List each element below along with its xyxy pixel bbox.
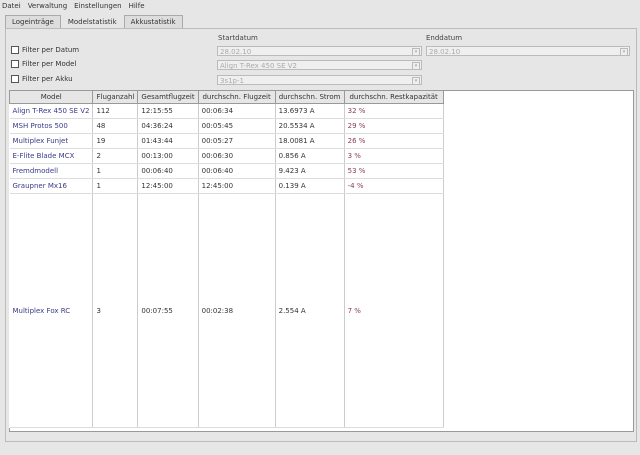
table-cell: 18.0081 A [275, 133, 345, 149]
dropdown-arrow-icon[interactable]: ▾ [412, 48, 420, 56]
column-header[interactable]: Fluganzahl [92, 90, 139, 104]
filter-date-label: Filter per Datum [22, 46, 80, 54]
model-statistics-table: Model Fluganzahl Gesamtflugzeit durchschn. … [8, 90, 444, 428]
table-cell: 1 [92, 178, 139, 194]
column-header[interactable]: durchschn. Strom [274, 90, 345, 104]
start-date-label: Startdatum [218, 34, 258, 42]
table-row[interactable]: Graupner Mx16 1 12:45:00 12:45:00 0.139 A -4 … [9, 178, 444, 194]
table-cell: 00:07:55 [137, 193, 199, 428]
menu-datei[interactable]: Datei [2, 2, 21, 10]
column-header[interactable]: durchschn. Flugzeit [197, 90, 276, 104]
menu-verwaltung[interactable]: Verwaltung [28, 2, 67, 10]
table-row[interactable]: Multiplex Funjet 19 01:43:44 00:05:27 18.008… [9, 133, 444, 149]
table-cell: 01:43:44 [137, 133, 199, 149]
filter-model-label: Filter per Model [22, 60, 77, 68]
table-cell: Fremdmodell [9, 163, 94, 179]
tab-akkustatistik[interactable]: Akkustatistik [123, 15, 183, 29]
akku-select[interactable]: 3s1p-1 ▾ [217, 75, 422, 85]
table-cell: 3 % [344, 148, 444, 164]
table-cell: 2 [92, 148, 139, 164]
table-cell: 12:15:55 [137, 103, 199, 119]
model-select[interactable]: Align T-Rex 450 SE V2 ▾ [217, 60, 422, 70]
table-cell: 04:36:24 [137, 118, 199, 134]
table-cell: 00:05:27 [198, 133, 276, 149]
table-cell: 1 [92, 163, 139, 179]
table-cell: 12:45:00 [198, 178, 276, 194]
filter-date-checkbox[interactable]: Filter per Datum [11, 46, 79, 54]
end-date-value: 28.02.10 [429, 48, 461, 56]
table-cell: 12:45:00 [137, 178, 199, 194]
menu-hilfe[interactable]: Hilfe [129, 2, 145, 10]
table-cell: 0.856 A [275, 148, 345, 164]
checkbox-box[interactable] [11, 75, 19, 83]
table-cell: 00:06:40 [137, 163, 199, 179]
table-row[interactable]: Fremdmodell 1 00:06:40 00:06:40 9.423 A 53 % [9, 163, 444, 179]
table-cell: 00:05:45 [198, 118, 276, 134]
table-cell: 13.6973 A [275, 103, 345, 119]
table-cell: 20.5534 A [275, 118, 345, 134]
table-row[interactable]: E-Flite Blade MCX 2 00:13:00 00:06:30 0.856 … [9, 148, 444, 164]
table-cell: 00:06:30 [198, 148, 276, 164]
table-cell: 9.423 A [275, 163, 345, 179]
table-cell: 7 % [344, 193, 444, 428]
checkbox-box[interactable] [11, 46, 19, 54]
table-cell: 19 [92, 133, 139, 149]
table-cell: E-Flite Blade MCX [9, 148, 94, 164]
table-cell: 26 % [344, 133, 444, 149]
table-cell: -4 % [344, 178, 444, 194]
tab-bar: Logeinträge Modelstatistik Akkustatistik [5, 15, 183, 29]
column-header[interactable]: durchschn. Restkapazität [343, 90, 444, 104]
filter-akku-checkbox[interactable]: Filter per Akku [11, 75, 73, 83]
table-cell: 00:06:40 [198, 163, 276, 179]
end-date-label: Enddatum [426, 34, 463, 42]
column-header[interactable]: Gesamtflugzeit [137, 90, 199, 104]
table-cell: Align T-Rex 450 SE V2 [9, 103, 94, 119]
filter-akku-label: Filter per Akku [22, 75, 73, 83]
table-cell: 112 [92, 103, 139, 119]
table-cell: 00:13:00 [137, 148, 199, 164]
table-row[interactable]: Multiplex Fox RC 3 00:07:55 00:02:38 2.554 A… [9, 193, 444, 428]
table-cell: 53 % [344, 163, 444, 179]
table-cell: 2.554 A [275, 193, 345, 428]
menu-einstellungen[interactable]: Einstellungen [74, 2, 121, 10]
table-cell: 29 % [344, 118, 444, 134]
start-date-field[interactable]: 28.02.10 ▾ [217, 46, 422, 56]
dropdown-arrow-icon[interactable]: ▾ [412, 62, 420, 70]
end-date-field[interactable]: 28.02.10 ▾ [426, 46, 630, 56]
table-cell: 32 % [344, 103, 444, 119]
akku-select-value: 3s1p-1 [220, 77, 244, 85]
table-row[interactable]: MSH Protos 500 48 04:36:24 00:05:45 20.5534 … [9, 118, 444, 134]
filter-model-checkbox[interactable]: Filter per Model [11, 60, 76, 68]
table-cell: MSH Protos 500 [9, 118, 94, 134]
checkbox-box[interactable] [11, 60, 19, 68]
table-cell: Multiplex Fox RC [9, 193, 94, 428]
table-cell: 00:02:38 [198, 193, 276, 428]
table-cell: 00:06:34 [198, 103, 276, 119]
table-cell: 48 [92, 118, 139, 134]
model-select-value: Align T-Rex 450 SE V2 [220, 62, 297, 70]
tab-logeintraege[interactable]: Logeinträge [5, 15, 61, 29]
table-row[interactable]: Align T-Rex 450 SE V2 112 12:15:55 00:06:34… [9, 103, 444, 119]
dropdown-arrow-icon[interactable]: ▾ [412, 77, 420, 85]
dropdown-arrow-icon[interactable]: ▾ [620, 48, 628, 56]
tab-modelstatistik[interactable]: Modelstatistik [60, 15, 124, 29]
table-cell: 3 [92, 193, 139, 428]
table-cell: Multiplex Funjet [9, 133, 94, 149]
start-date-value: 28.02.10 [220, 48, 252, 56]
table-cell: 0.139 A [275, 178, 345, 194]
menu-bar: Datei Verwaltung Einstellungen Hilfe [0, 0, 640, 11]
table-cell: Graupner Mx16 [9, 178, 94, 194]
column-header[interactable]: Model [8, 90, 94, 104]
